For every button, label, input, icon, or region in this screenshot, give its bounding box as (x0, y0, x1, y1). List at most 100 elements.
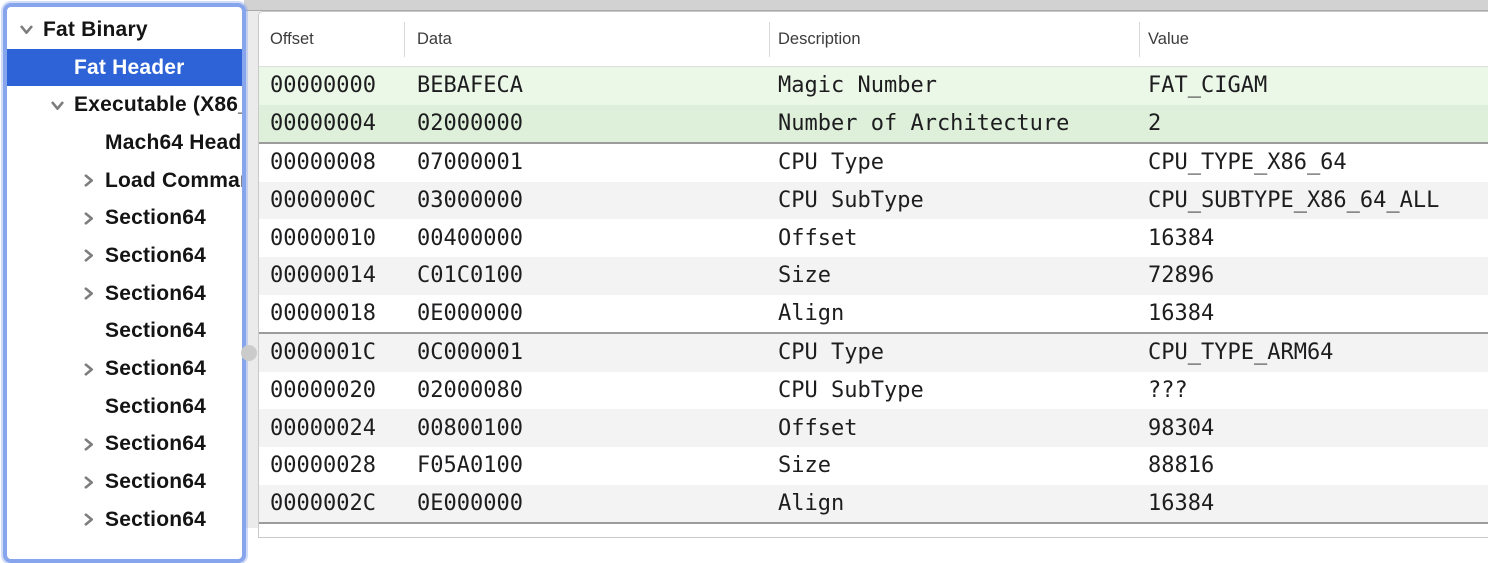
column-divider[interactable] (404, 22, 405, 57)
structure-sidebar: Fat Binary Fat Header Executable (X86_64) M… (3, 3, 246, 563)
cell-data: 02000080 (404, 378, 769, 403)
sidebar-item-section64[interactable]: Section64 (7, 501, 242, 539)
cell-offset: 00000020 (259, 378, 404, 403)
sidebar-item-section64[interactable]: Section64 (7, 275, 242, 313)
cell-description: Magic Number (769, 73, 1139, 98)
cell-description: CPU Type (769, 340, 1139, 365)
table-row[interactable]: 0000000C03000000CPU SubTypeCPU_SUBTYPE_X… (259, 182, 1488, 220)
table-row[interactable]: 00000000BEBAFECAMagic NumberFAT_CIGAM (259, 67, 1488, 105)
cell-value: 16384 (1139, 491, 1488, 516)
cell-value: 98304 (1139, 416, 1488, 441)
sidebar-item-label: Fat Header (70, 56, 185, 80)
sidebar-item-load-commands[interactable]: Load Commands (7, 162, 242, 200)
disclosure-triangle-icon[interactable] (75, 512, 101, 527)
cell-description: CPU Type (769, 150, 1139, 175)
cell-description: Size (769, 263, 1139, 288)
cell-data: 07000001 (404, 150, 769, 175)
cell-description: Size (769, 453, 1139, 478)
cell-data: C01C0100 (404, 263, 769, 288)
sidebar-item-label: Fat Binary (39, 18, 148, 42)
disclosure-spacer (75, 399, 101, 414)
table-body: 00000000BEBAFECAMagic NumberFAT_CIGAM000… (259, 67, 1488, 524)
cell-value: 16384 (1139, 226, 1488, 251)
column-divider[interactable] (1139, 22, 1140, 57)
disclosure-triangle-icon[interactable] (75, 286, 101, 301)
sidebar-item-section64[interactable]: Section64 (7, 313, 242, 351)
cell-data: 0C000001 (404, 340, 769, 365)
sidebar-item-section64[interactable]: Section64 (7, 199, 242, 237)
table-row[interactable]: 00000028F05A0100Size88816 (259, 447, 1488, 485)
table-row[interactable]: 0000002400800100Offset98304 (259, 409, 1488, 447)
sidebar-item-section64[interactable]: Section64 (7, 388, 242, 426)
sidebar-item-executable-x86-64[interactable]: Executable (X86_64) (7, 86, 242, 124)
cell-data: 0E000000 (404, 491, 769, 516)
disclosure-triangle-icon[interactable] (75, 211, 101, 226)
sidebar-item-section64[interactable]: Section64 (7, 426, 242, 464)
sidebar-item-section64[interactable]: Section64 (7, 237, 242, 275)
sidebar-item-label: Section64 (101, 319, 206, 343)
field-table: Offset Data Description Value 00000000BE… (258, 11, 1488, 538)
sidebar-item-label: Section64 (101, 206, 206, 230)
cell-offset: 00000010 (259, 226, 404, 251)
sidebar-item-mach64-header[interactable]: Mach64 Header (7, 124, 242, 162)
sidebar-item-label: Section64 (101, 282, 206, 306)
disclosure-triangle-icon[interactable] (75, 475, 101, 490)
table-row[interactable]: 0000001C0C000001CPU TypeCPU_TYPE_ARM64 (259, 334, 1488, 372)
cell-value: CPU_TYPE_ARM64 (1139, 340, 1488, 365)
disclosure-spacer (44, 60, 70, 75)
cell-description: Offset (769, 226, 1139, 251)
column-header-offset[interactable]: Offset (259, 30, 404, 49)
cell-offset: 00000024 (259, 416, 404, 441)
cell-value: 88816 (1139, 453, 1488, 478)
table-row[interactable]: 0000002C0E000000Align16384 (259, 485, 1488, 523)
cell-value: ??? (1139, 378, 1488, 403)
sidebar-item-label: Section64 (101, 395, 206, 419)
cell-description: Align (769, 301, 1139, 326)
sidebar-item-label: Executable (X86_64) (70, 93, 242, 117)
disclosure-triangle-icon[interactable] (75, 173, 101, 188)
cell-description: Number of Architecture (769, 111, 1139, 136)
table-row[interactable]: 000000180E000000Align16384 (259, 295, 1488, 333)
cell-value: CPU_TYPE_X86_64 (1139, 150, 1488, 175)
sidebar-item-label: Section64 (101, 432, 206, 456)
cell-description: CPU SubType (769, 378, 1139, 403)
cell-data: 02000000 (404, 111, 769, 136)
sidebar-item-label: Load Commands (101, 169, 242, 193)
sidebar-item-label: Section64 (101, 508, 206, 532)
disclosure-spacer (75, 135, 101, 150)
cell-value: CPU_SUBTYPE_X86_64_ALL (1139, 188, 1488, 213)
cell-offset: 0000000C (259, 188, 404, 213)
sidebar-item-section64[interactable]: Section64 (7, 350, 242, 388)
sidebar-item-fat-binary[interactable]: Fat Binary (7, 11, 242, 49)
table-row[interactable]: 0000002002000080CPU SubType??? (259, 372, 1488, 410)
structure-tree: Fat Binary Fat Header Executable (X86_64) M… (7, 7, 242, 539)
disclosure-triangle-icon[interactable] (13, 22, 39, 37)
table-header-row: Offset Data Description Value (259, 12, 1488, 67)
disclosure-triangle-icon[interactable] (75, 248, 101, 263)
column-header-description[interactable]: Description (769, 30, 1139, 49)
table-row[interactable]: 0000001000400000Offset16384 (259, 219, 1488, 257)
cell-data: F05A0100 (404, 453, 769, 478)
cell-offset: 00000004 (259, 111, 404, 136)
disclosure-triangle-icon[interactable] (75, 437, 101, 452)
column-divider[interactable] (769, 22, 770, 57)
cell-offset: 00000014 (259, 263, 404, 288)
cell-data: 00400000 (404, 226, 769, 251)
disclosure-triangle-icon[interactable] (44, 98, 70, 113)
pane-splitter-handle[interactable] (241, 345, 257, 361)
sidebar-item-section64[interactable]: Section64 (7, 463, 242, 501)
cell-data: 00800100 (404, 416, 769, 441)
window-toolbar-strip (244, 0, 1488, 11)
main-content-area: Offset Data Description Value 00000000BE… (244, 0, 1488, 528)
column-header-value[interactable]: Value (1139, 30, 1488, 49)
table-row[interactable]: 0000000807000001CPU TypeCPU_TYPE_X86_64 (259, 144, 1488, 182)
disclosure-spacer (75, 324, 101, 339)
disclosure-triangle-icon[interactable] (75, 362, 101, 377)
cell-data: BEBAFECA (404, 73, 769, 98)
sidebar-item-label: Mach64 Header (101, 131, 242, 155)
cell-data: 03000000 (404, 188, 769, 213)
sidebar-item-fat-header[interactable]: Fat Header (7, 49, 242, 87)
column-header-data[interactable]: Data (404, 30, 769, 49)
table-row[interactable]: 0000000402000000Number of Architecture2 (259, 105, 1488, 143)
table-row[interactable]: 00000014C01C0100Size72896 (259, 257, 1488, 295)
